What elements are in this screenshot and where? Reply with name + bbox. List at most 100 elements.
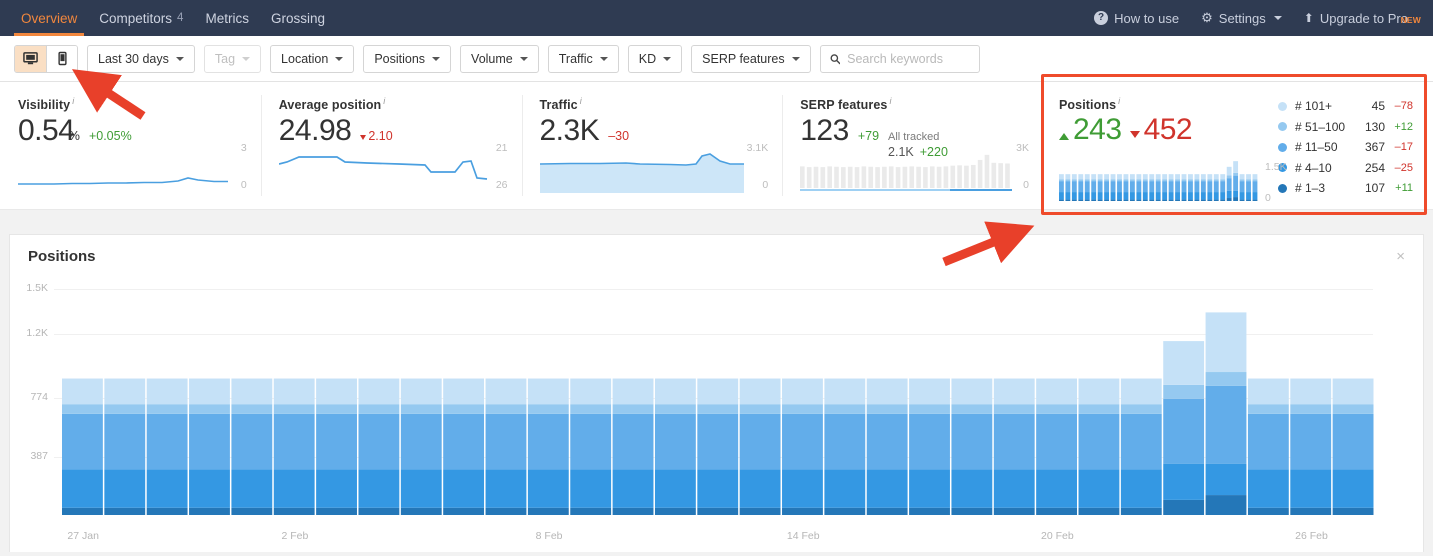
bar-segment bbox=[1156, 174, 1161, 179]
bar-segment bbox=[1248, 404, 1289, 414]
search-keywords-box[interactable] bbox=[820, 45, 980, 73]
desktop-icon bbox=[23, 51, 38, 66]
chevron-down-icon bbox=[663, 57, 671, 61]
sparkline-axis-top: 3K bbox=[1016, 142, 1029, 154]
bar-segment bbox=[1233, 191, 1238, 197]
bar-segment bbox=[1227, 167, 1232, 176]
bar-segment bbox=[1065, 174, 1070, 179]
desktop-device-button[interactable] bbox=[15, 46, 46, 72]
bar-segment bbox=[1079, 404, 1120, 414]
positions-mini-chart bbox=[1059, 155, 1259, 201]
filter-button-traffic[interactable]: Traffic bbox=[548, 45, 619, 73]
nav-tab-overview[interactable]: Overview bbox=[10, 0, 88, 36]
bar-segment bbox=[1188, 181, 1193, 192]
kpi-unit: % bbox=[68, 128, 80, 143]
bar-segment bbox=[1248, 470, 1289, 508]
kpi-card-traffic: Traffici 2.3K –30 3.1K 0 bbox=[522, 82, 783, 209]
search-input[interactable] bbox=[847, 52, 970, 66]
bar-segment bbox=[1117, 192, 1122, 200]
filter-button-serp-features[interactable]: SERP features bbox=[691, 45, 810, 73]
bar-segment bbox=[697, 404, 738, 414]
bar-segment bbox=[1065, 179, 1070, 181]
bar-segment bbox=[104, 470, 145, 508]
bar-segment bbox=[1182, 174, 1187, 179]
legend-row[interactable]: # 101+45–78 bbox=[1278, 96, 1423, 117]
nav-tab-grossing[interactable]: Grossing bbox=[260, 0, 336, 36]
bar-segment bbox=[62, 470, 103, 508]
legend-value: 107 bbox=[1353, 181, 1385, 195]
upgrade-to-pro-button[interactable]: ⬆ Upgrade to Pro NEW bbox=[1293, 11, 1419, 26]
legend-row[interactable]: # 1–3107+11 bbox=[1278, 178, 1423, 199]
bar-segment bbox=[1333, 404, 1374, 414]
how-to-use-button[interactable]: ? How to use bbox=[1083, 11, 1190, 26]
filter-button-location[interactable]: Location bbox=[270, 45, 354, 73]
bar-segment bbox=[1290, 508, 1331, 515]
kpi-title-text: Visibility bbox=[18, 98, 70, 112]
bar-segment bbox=[1085, 181, 1090, 192]
bar-segment bbox=[930, 166, 935, 188]
bar-segment bbox=[443, 379, 484, 405]
nav-tab-metrics[interactable]: Metrics bbox=[194, 0, 260, 36]
settings-menu[interactable]: ⚙ Settings bbox=[1190, 10, 1293, 26]
bar-segment bbox=[1220, 200, 1225, 201]
bar-segment bbox=[1059, 181, 1064, 192]
bar-segment bbox=[1214, 179, 1219, 181]
bar-segment bbox=[62, 379, 103, 405]
sparkline-axis-bottom: 0 bbox=[241, 179, 247, 191]
info-icon[interactable]: i bbox=[889, 96, 891, 106]
filter-buttons: Last 30 days Tag Location Positions Volume Tr… bbox=[87, 45, 811, 73]
filter-button-label: Volume bbox=[471, 52, 513, 66]
bar-segment bbox=[740, 404, 781, 414]
bar-segment bbox=[274, 404, 315, 414]
kpi-card-row: Visibilityi 0.54% +0.05% 3 0 Average pos… bbox=[0, 82, 1433, 210]
bar-segment bbox=[104, 404, 145, 414]
close-icon[interactable]: × bbox=[1392, 245, 1409, 268]
filter-button-kd[interactable]: KD bbox=[628, 45, 682, 73]
filter-button-volume[interactable]: Volume bbox=[460, 45, 539, 73]
legend-row[interactable]: # 11–50367–17 bbox=[1278, 137, 1423, 158]
mobile-device-button[interactable] bbox=[46, 46, 77, 72]
bar-segment bbox=[1253, 200, 1258, 201]
info-icon[interactable]: i bbox=[383, 96, 385, 106]
info-icon[interactable]: i bbox=[1118, 96, 1120, 106]
bar-segment bbox=[923, 167, 928, 188]
bar-segment bbox=[1098, 200, 1103, 201]
bar-segment bbox=[62, 404, 103, 414]
bar-segment bbox=[1104, 181, 1109, 192]
legend-row[interactable]: # 51–100130+12 bbox=[1278, 117, 1423, 138]
x-axis-label: 14 Feb bbox=[787, 530, 820, 542]
filter-button-last-30-days[interactable]: Last 30 days bbox=[87, 45, 195, 73]
bar-segment bbox=[1059, 179, 1064, 181]
sparkline-svg bbox=[279, 148, 504, 198]
bar-segment bbox=[1078, 192, 1083, 200]
device-toggle-group[interactable] bbox=[14, 45, 78, 73]
filter-button-tag[interactable]: Tag bbox=[204, 45, 261, 73]
positions-legend: # 101+45–78# 51–100130+12# 11–50367–17# … bbox=[1278, 96, 1423, 199]
bar-segment bbox=[1206, 372, 1247, 386]
info-icon[interactable]: i bbox=[72, 96, 74, 106]
bar-segment bbox=[1111, 179, 1116, 181]
bar-segment bbox=[1143, 179, 1148, 181]
legend-row[interactable]: # 4–10254–25 bbox=[1278, 158, 1423, 179]
bar-segment bbox=[1206, 386, 1247, 464]
legend-change: +12 bbox=[1385, 121, 1413, 133]
bar-segment bbox=[1091, 200, 1096, 201]
bar-segment bbox=[1233, 176, 1238, 191]
bar-segment bbox=[1246, 200, 1251, 201]
bar-segment bbox=[1253, 192, 1258, 200]
filter-button-positions[interactable]: Positions bbox=[363, 45, 451, 73]
x-axis-label: 2 Feb bbox=[282, 530, 309, 542]
bar-segment bbox=[1156, 181, 1161, 192]
kpi-delta: 2.10 bbox=[360, 129, 392, 143]
legend-value: 130 bbox=[1353, 120, 1385, 134]
info-icon[interactable]: i bbox=[580, 96, 582, 106]
bar-segment bbox=[862, 166, 867, 188]
bar-segment bbox=[1065, 192, 1070, 200]
legend-label: # 101+ bbox=[1295, 99, 1353, 113]
bar-segment bbox=[147, 379, 188, 405]
nav-tab-competitors[interactable]: Competitors4 bbox=[88, 0, 194, 36]
bar-segment bbox=[1240, 200, 1245, 201]
bar-segment bbox=[1117, 174, 1122, 179]
bar-segment bbox=[824, 508, 865, 515]
bar-segment bbox=[855, 167, 860, 188]
